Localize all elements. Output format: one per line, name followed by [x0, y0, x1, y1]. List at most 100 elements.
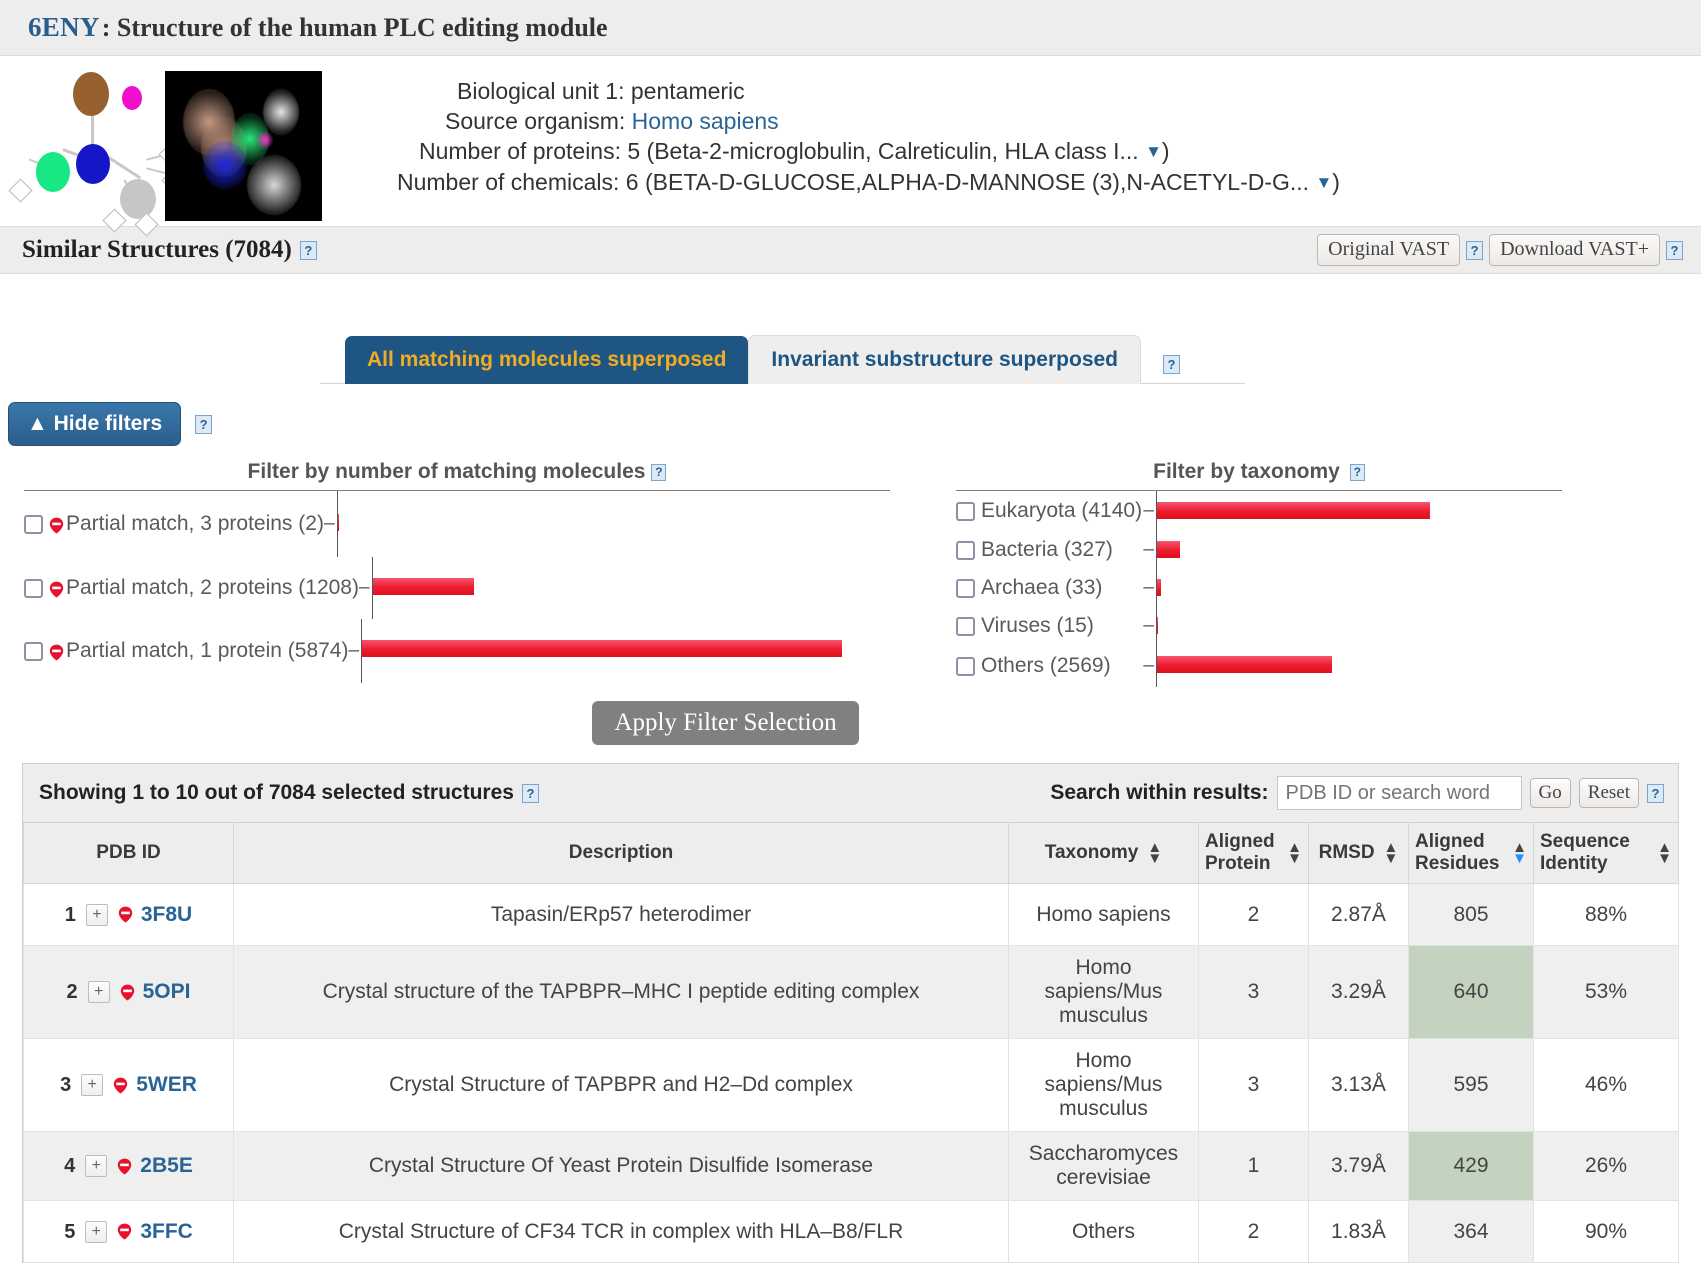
- filter-checkbox-1-protein[interactable]: [24, 641, 43, 661]
- cell-rmsd: 3.13Å: [1308, 1038, 1409, 1132]
- structure-summary: Biological unit 1: pentameric Source org…: [0, 56, 1701, 237]
- pdb-id-link[interactable]: 2B5E: [140, 1154, 193, 1177]
- filter-checkbox-3-proteins[interactable]: [24, 514, 43, 534]
- sort-desc-icon[interactable]: ▼: [1287, 851, 1302, 866]
- row-number: 5: [64, 1220, 76, 1243]
- pdb-id-link[interactable]: 3FFC: [140, 1220, 193, 1243]
- stop-icon[interactable]: [49, 643, 64, 660]
- filter-label[interactable]: Partial match, 1 protein (5874) –: [24, 639, 361, 663]
- filter-checkbox-others[interactable]: [956, 656, 975, 676]
- filter-label[interactable]: Eukaryota (4140) –: [956, 499, 1156, 523]
- help-icon[interactable]: ?: [1349, 463, 1365, 481]
- go-button[interactable]: Go: [1529, 778, 1571, 808]
- chart-title: Filter by number of matching molecules?: [24, 460, 890, 484]
- sort-desc-icon[interactable]: ▼: [1147, 851, 1162, 866]
- cell-aligned-residues: 595: [1408, 1038, 1534, 1132]
- summary-text-block: Biological unit 1: pentameric Source org…: [322, 64, 1701, 198]
- chevron-down-icon[interactable]: ▼: [1315, 173, 1332, 192]
- sort-control-taxonomy[interactable]: ▲ ▼: [1147, 840, 1162, 867]
- help-icon[interactable]: ?: [195, 414, 213, 434]
- filter-label[interactable]: Partial match, 3 proteins (2) –: [24, 512, 337, 536]
- expand-icon[interactable]: +: [85, 1220, 108, 1243]
- stop-icon[interactable]: [118, 903, 133, 926]
- filter-checkbox-bacteria[interactable]: [956, 540, 975, 560]
- search-input[interactable]: [1276, 776, 1522, 810]
- cell-sequence-identity: 26%: [1533, 1131, 1679, 1201]
- help-icon[interactable]: ?: [1466, 240, 1484, 260]
- axis-tick: –: [358, 577, 370, 598]
- col-aligned-residues[interactable]: Aligned Residues ▲ ▼: [1408, 823, 1534, 884]
- chevron-down-icon[interactable]: ▼: [1145, 142, 1162, 161]
- help-icon[interactable]: ?: [521, 783, 539, 803]
- hide-filters-button[interactable]: ▲ Hide filters: [8, 402, 182, 446]
- help-icon[interactable]: ?: [299, 240, 317, 260]
- cell-taxonomy: Homo sapiens/Mus musculus: [1008, 945, 1199, 1039]
- help-icon[interactable]: ?: [1163, 355, 1181, 374]
- pdb-id-link[interactable]: 5WER: [136, 1073, 197, 1096]
- stop-icon[interactable]: [49, 580, 64, 597]
- col-taxonomy[interactable]: Taxonomy ▲ ▼: [1008, 823, 1199, 884]
- sort-control-rmsd[interactable]: ▲ ▼: [1384, 840, 1399, 867]
- sort-desc-icon[interactable]: ▼: [1384, 851, 1399, 866]
- filter-checkbox-eukaryota[interactable]: [956, 501, 975, 521]
- download-vast-plus-button[interactable]: Download VAST+: [1489, 234, 1660, 266]
- structure-thumbnail-image[interactable]: [165, 71, 322, 221]
- stop-icon[interactable]: [117, 1154, 132, 1177]
- stop-icon[interactable]: [117, 1220, 132, 1243]
- pdb-id-link[interactable]: 3F8U: [141, 903, 192, 926]
- cell-description: Crystal Structure Of Yeast Protein Disul…: [233, 1131, 1009, 1201]
- tab-invariant-substructure[interactable]: Invariant substructure superposed: [748, 335, 1142, 384]
- help-icon[interactable]: ?: [1647, 783, 1664, 803]
- filter-label[interactable]: Archaea (33) –: [956, 576, 1156, 600]
- filter-row: Partial match, 2 proteins (1208) –: [24, 557, 890, 619]
- reset-button[interactable]: Reset: [1578, 778, 1639, 808]
- sort-control-aligned-residues[interactable]: ▲ ▼: [1512, 840, 1527, 867]
- schematic-diamond: [8, 178, 33, 203]
- stop-icon[interactable]: [49, 516, 64, 533]
- source-organism-line: Source organism: Homo sapiens: [397, 106, 1701, 136]
- expand-icon[interactable]: +: [87, 981, 110, 1004]
- help-icon[interactable]: ?: [1666, 240, 1683, 260]
- results-table: PDB ID Description Taxonomy ▲ ▼ Aligned P…: [23, 823, 1679, 1263]
- col-aligned-protein[interactable]: Aligned Protein ▲ ▼: [1198, 823, 1309, 884]
- filter-row: Eukaryota (4140) –: [956, 491, 1562, 531]
- filter-label[interactable]: Partial match, 2 proteins (1208) –: [24, 576, 372, 600]
- source-organism-link[interactable]: Homo sapiens: [632, 108, 779, 134]
- apply-filter-selection-button[interactable]: Apply Filter Selection: [592, 701, 859, 745]
- stop-icon[interactable]: [120, 980, 135, 1003]
- col-aligned-residues-label: Aligned Residues: [1415, 831, 1500, 874]
- original-vast-button[interactable]: Original VAST: [1317, 234, 1461, 266]
- hide-filters-row: ▲ Hide filters ?: [0, 402, 1701, 446]
- filter-label-text: Bacteria (327): [981, 538, 1113, 561]
- filter-checkbox-archaea[interactable]: [956, 578, 975, 598]
- sort-control-sequence-identity[interactable]: ▲ ▼: [1657, 840, 1672, 867]
- filter-label[interactable]: Others (2569) –: [956, 654, 1156, 678]
- filter-label-text: Others (2569): [981, 654, 1111, 677]
- sort-desc-icon[interactable]: ▼: [1657, 851, 1672, 866]
- col-sequence-identity[interactable]: Sequence Identity ▲ ▼: [1533, 823, 1679, 884]
- chart-axis: [1156, 491, 1556, 531]
- cell-taxonomy: Saccharomyces cerevisiae: [1008, 1131, 1199, 1201]
- sort-control-aligned-protein[interactable]: ▲ ▼: [1287, 840, 1302, 867]
- stop-icon[interactable]: [113, 1073, 128, 1096]
- chart-title-text: Filter by number of matching molecules: [247, 460, 646, 483]
- expand-icon[interactable]: +: [81, 1074, 104, 1097]
- number-of-chemicals-label: Number of chemicals: 6 (BETA-D-GLUCOSE,A…: [397, 169, 1310, 195]
- axis-tick: –: [323, 513, 335, 534]
- tab-all-matching-molecules[interactable]: All matching molecules superposed: [345, 336, 749, 384]
- cell-description: Tapasin/ERp57 heterodimer: [233, 883, 1009, 946]
- filter-label[interactable]: Bacteria (327) –: [956, 538, 1156, 562]
- filter-checkbox-viruses[interactable]: [956, 616, 975, 636]
- filter-label[interactable]: Viruses (15) –: [956, 614, 1156, 638]
- sort-desc-icon-active[interactable]: ▼: [1512, 851, 1527, 866]
- cell-taxonomy: Homo sapiens/Mus musculus: [1008, 1038, 1199, 1132]
- expand-icon[interactable]: +: [85, 1155, 108, 1178]
- filter-checkbox-2-proteins[interactable]: [24, 578, 43, 598]
- help-icon[interactable]: ?: [651, 463, 667, 481]
- expand-icon[interactable]: +: [85, 903, 108, 926]
- title-text: Structure of the human PLC editing modul…: [116, 12, 608, 42]
- col-rmsd[interactable]: RMSD ▲ ▼: [1308, 823, 1409, 884]
- chart-bar: [362, 640, 843, 657]
- pdb-id-link[interactable]: 5OPI: [143, 980, 191, 1003]
- row-number: 1: [64, 903, 76, 926]
